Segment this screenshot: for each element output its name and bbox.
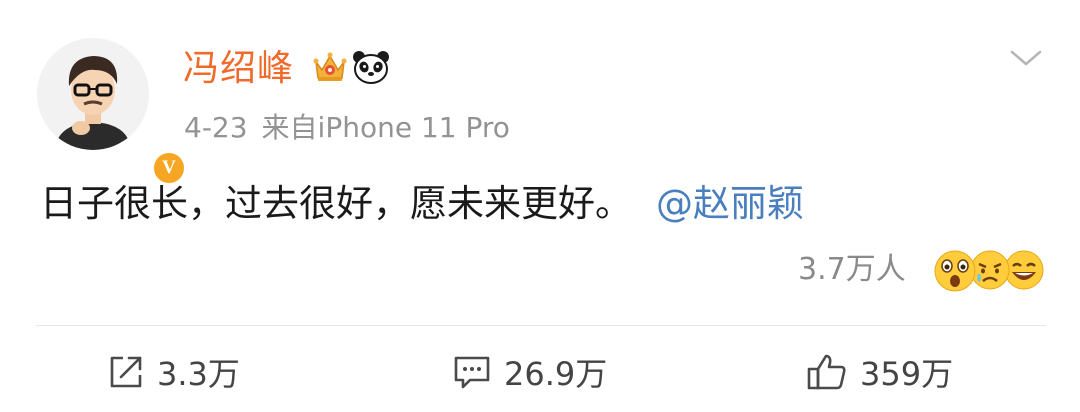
repost-count: 3.3万 [157, 355, 240, 393]
author-name[interactable]: 冯绍峰 [183, 45, 294, 93]
chevron-down-icon[interactable] [1008, 46, 1044, 70]
post-date: 4-23 [184, 111, 248, 144]
repost-button[interactable]: 3.3万 [107, 350, 240, 394]
comment-count: 26.9万 [504, 355, 608, 393]
repost-icon [110, 356, 142, 388]
crown-icon[interactable] [312, 50, 348, 84]
post-body: 日子很长，过去很好，愿未来更好。 [40, 182, 632, 225]
post-source: 来自iPhone 11 Pro [261, 111, 510, 144]
reaction-count[interactable]: 3.7万人 [798, 250, 906, 290]
post-text: 日子很长，过去很好，愿未来更好。 @赵丽颖 [40, 178, 804, 230]
avatar-cartoon-icon [37, 38, 149, 150]
comment-button[interactable]: 26.9万 [452, 350, 607, 394]
mention-link[interactable]: @赵丽颖 [656, 182, 804, 225]
post-meta: 4-23 来自iPhone 11 Pro [184, 108, 510, 148]
comment-icon [454, 356, 490, 389]
surprised-emoji-icon [934, 250, 976, 292]
divider [36, 325, 1046, 326]
panda-icon[interactable] [352, 50, 390, 84]
like-button[interactable]: 359万 [806, 350, 953, 394]
avatar[interactable]: V [37, 38, 187, 186]
reaction-emojis[interactable] [933, 248, 1045, 294]
thumbs-up-icon [807, 354, 846, 390]
like-count: 359万 [860, 355, 954, 393]
